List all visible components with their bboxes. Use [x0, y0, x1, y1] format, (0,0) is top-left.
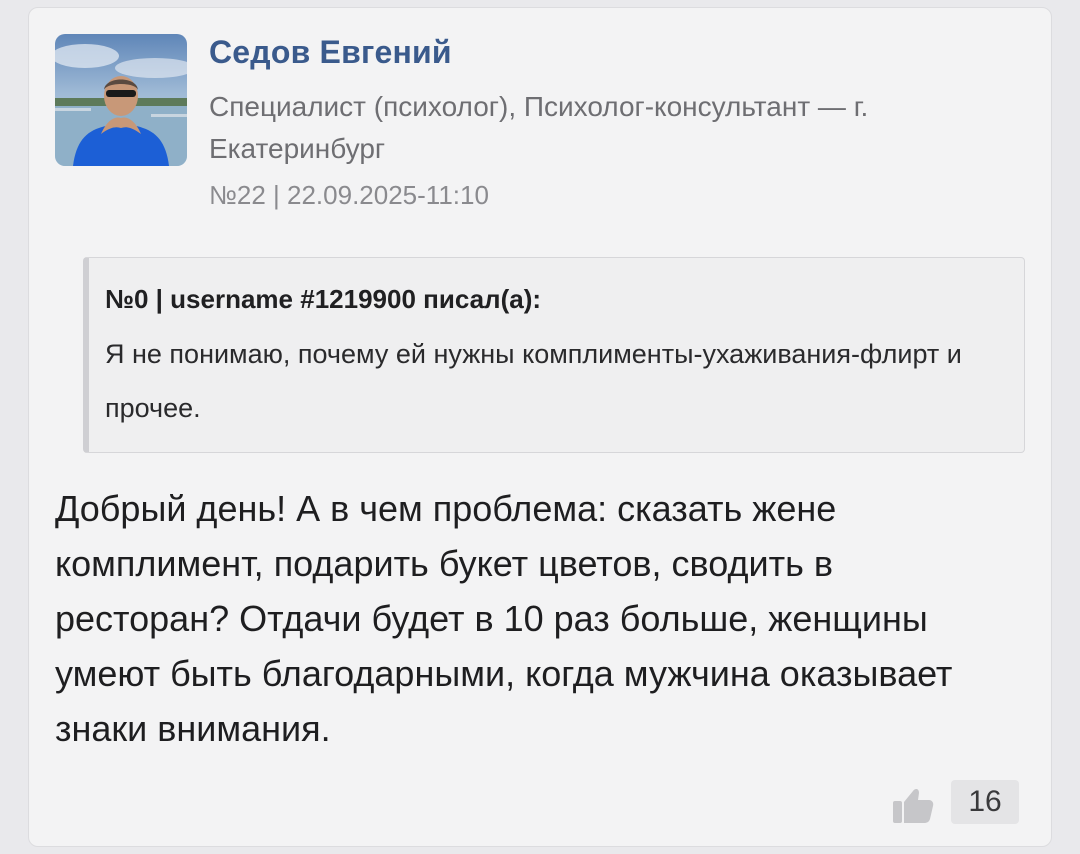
like-count: 16	[951, 780, 1019, 824]
post-meta: №22 | 22.09.2025-11:10	[209, 180, 489, 210]
avatar[interactable]	[55, 34, 187, 166]
author-role: Специалист (психолог), Психолог-консульт…	[209, 91, 869, 164]
thumbs-up-icon[interactable]	[891, 783, 935, 825]
avatar-photo	[55, 34, 187, 166]
post-card: Седов Евгений Специалист (психолог), Пси…	[28, 7, 1052, 847]
quote-block: №0 | username #1219900 писал(а): Я не по…	[83, 257, 1025, 453]
quote-header[interactable]: №0 | username #1219900 писал(а):	[105, 284, 1004, 315]
quote-text: Я не понимаю, почему ей нужны комплимент…	[105, 339, 962, 423]
post-body: Добрый день! А в чем проблема: сказать ж…	[55, 488, 953, 749]
author-name[interactable]: Седов Евгений	[209, 34, 452, 71]
